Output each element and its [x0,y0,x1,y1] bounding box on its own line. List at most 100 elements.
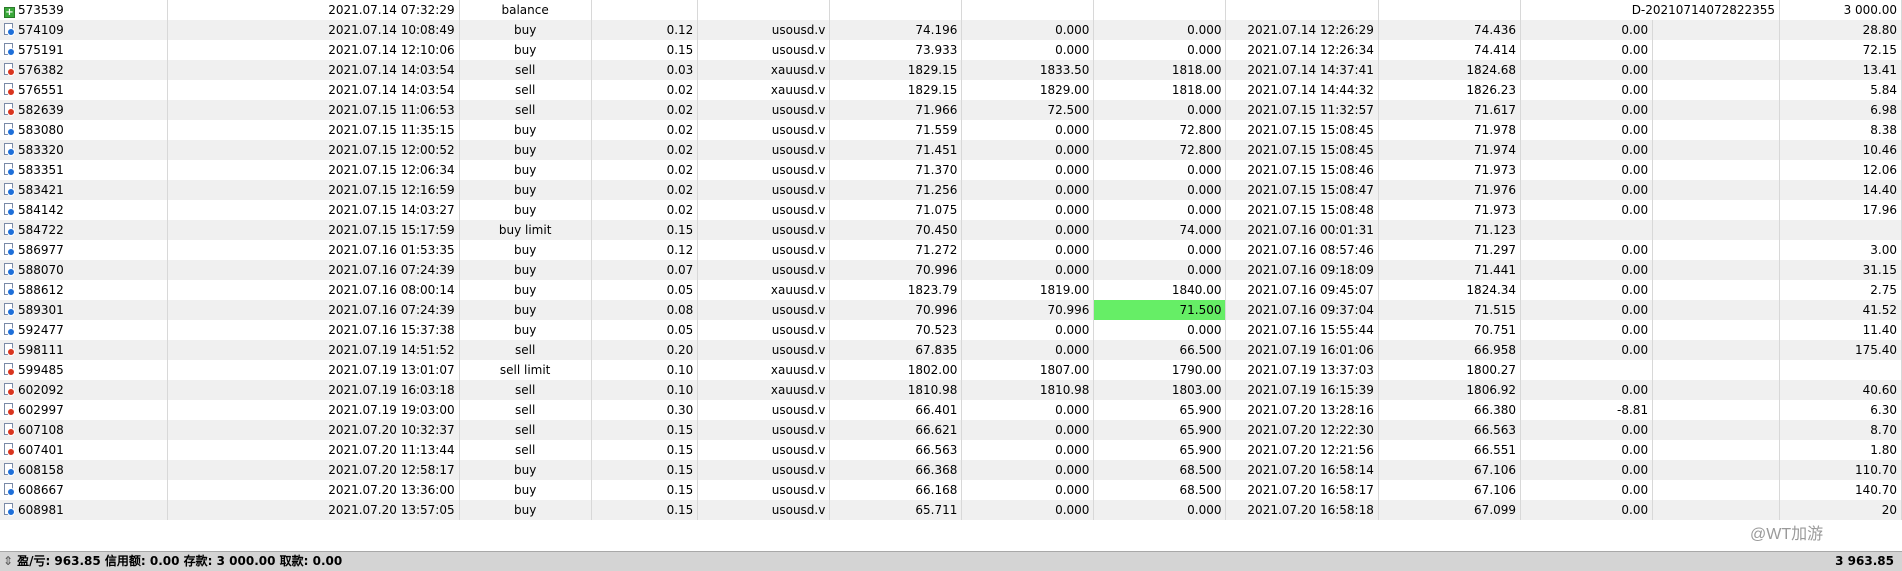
balance-row[interactable]: +573539 2021.07.14 07:32:29 balance D-20… [0,0,1902,20]
close-time-cell: 2021.07.16 09:18:09 [1225,260,1379,280]
open-price-cell: 70.523 [829,320,963,340]
empty-cell [1652,380,1781,400]
empty-cell [1652,360,1781,380]
table-row[interactable]: 602092 2021.07.19 16:03:18 sell 0.10 xauusd.… [0,380,1902,400]
open-price-cell: 73.933 [829,40,963,60]
open-time-cell: 2021.07.15 12:16:59 [167,180,460,200]
symbol-cell: xauusd.v [697,60,831,80]
close-price-cell: 71.297 [1378,240,1522,260]
buy-order-icon [4,323,15,336]
buy-order-icon [4,263,15,276]
table-row[interactable]: 602997 2021.07.19 19:03:00 sell 0.30 usousd.… [0,400,1902,420]
table-row[interactable]: 583080 2021.07.15 11:35:15 buy 0.02 usousd.v… [0,120,1902,140]
type-cell: sell [459,60,592,80]
table-row[interactable]: 599485 2021.07.19 13:01:07 sell limit 0.10 x… [0,360,1902,380]
table-row[interactable]: 584722 2021.07.15 15:17:59 buy limit 0.15 us… [0,220,1902,240]
stop-loss-cell: 70.996 [961,300,1095,320]
type-cell: sell [459,340,592,360]
size-cell: 0.02 [591,120,699,140]
table-row[interactable]: 607401 2021.07.20 11:13:44 sell 0.15 usousd.… [0,440,1902,460]
table-row[interactable]: 588612 2021.07.16 08:00:14 buy 0.05 xauusd.v… [0,280,1902,300]
empty-cell [1652,60,1781,80]
stop-loss-cell: 0.000 [961,480,1095,500]
table-row[interactable]: 583351 2021.07.15 12:06:34 buy 0.02 usousd.v… [0,160,1902,180]
profit-cell: 28.80 [1779,20,1902,40]
open-price-cell: 71.559 [829,120,963,140]
symbol-cell: usousd.v [697,400,831,420]
account-history-panel: +573539 2021.07.14 07:32:29 balance D-20… [0,0,1902,571]
table-row[interactable]: 607108 2021.07.20 10:32:37 sell 0.15 usousd.… [0,420,1902,440]
profit-cell: 10.46 [1779,140,1902,160]
table-row[interactable]: 576382 2021.07.14 14:03:54 sell 0.03 xauusd.… [0,60,1902,80]
open-time-cell: 2021.07.16 01:53:35 [167,240,460,260]
table-row[interactable]: 598111 2021.07.19 14:51:52 sell 0.20 usousd.… [0,340,1902,360]
type-cell: sell [459,420,592,440]
open-time-cell: 2021.07.19 19:03:00 [167,400,460,420]
close-time-cell: 2021.07.15 15:08:46 [1225,160,1379,180]
trade-history-table: +573539 2021.07.14 07:32:29 balance D-20… [0,0,1902,520]
size-cell: 0.15 [591,420,699,440]
type-cell: buy [459,20,592,40]
close-time-cell: 2021.07.16 09:45:07 [1225,280,1379,300]
close-time-cell: 2021.07.15 11:32:57 [1225,100,1379,120]
open-price-cell: 71.966 [829,100,963,120]
close-price-cell: 70.751 [1378,320,1522,340]
stop-loss-cell: 0.000 [961,260,1095,280]
ticket-cell: 582639 [18,103,64,117]
table-row[interactable]: 576551 2021.07.14 14:03:54 sell 0.02 xauusd.… [0,80,1902,100]
sell-order-icon [4,423,15,436]
table-row[interactable]: 608667 2021.07.20 13:36:00 buy 0.15 usousd.v… [0,480,1902,500]
open-time-cell: 2021.07.16 15:37:38 [167,320,460,340]
table-row[interactable]: 575191 2021.07.14 12:10:06 buy 0.15 usousd.v… [0,40,1902,60]
close-time-cell: 2021.07.19 13:37:03 [1225,360,1379,380]
table-row[interactable]: 608981 2021.07.20 13:57:05 buy 0.15 usousd.v… [0,500,1902,520]
close-time-cell: 2021.07.19 16:01:06 [1225,340,1379,360]
empty-cell [1652,260,1781,280]
take-profit-cell: 0.000 [1093,160,1227,180]
profit-cell: 40.60 [1779,380,1902,400]
symbol-cell: usousd.v [697,140,831,160]
size-cell: 0.12 [591,20,699,40]
open-price-cell: 71.256 [829,180,963,200]
stop-loss-cell: 0.000 [961,200,1095,220]
buy-order-icon [4,203,15,216]
balance-plus-icon: + [4,7,15,18]
empty-cell [1652,200,1781,220]
close-time-cell: 2021.07.14 14:37:41 [1225,60,1379,80]
table-row[interactable]: 589301 2021.07.16 07:24:39 buy 0.08 usousd.v… [0,300,1902,320]
ticket-cell: 602997 [18,403,64,417]
swap-cell [1520,360,1654,380]
open-time-cell: 2021.07.14 14:03:54 [167,80,460,100]
open-time-cell: 2021.07.15 15:17:59 [167,220,460,240]
swap-cell: 0.00 [1520,180,1654,200]
swap-cell: 0.00 [1520,440,1654,460]
table-row[interactable]: 586977 2021.07.16 01:53:35 buy 0.12 usousd.v… [0,240,1902,260]
close-price-cell: 74.414 [1378,40,1522,60]
open-price-cell: 71.075 [829,200,963,220]
close-time-cell: 2021.07.15 15:08:47 [1225,180,1379,200]
take-profit-cell: 71.500 [1093,300,1227,320]
open-price-cell: 66.401 [829,400,963,420]
open-time-cell: 2021.07.14 10:08:49 [167,20,460,40]
close-price-cell: 71.617 [1378,100,1522,120]
swap-cell: 0.00 [1520,380,1654,400]
table-row[interactable]: 574109 2021.07.14 10:08:49 buy 0.12 usousd.v… [0,20,1902,40]
empty-cell [1652,320,1781,340]
take-profit-cell: 74.000 [1093,220,1227,240]
table-row[interactable]: 582639 2021.07.15 11:06:53 sell 0.02 usousd.… [0,100,1902,120]
empty-cell [1652,140,1781,160]
sort-icon[interactable]: ⇕ [3,552,13,571]
table-row[interactable]: 583421 2021.07.15 12:16:59 buy 0.02 usousd.v… [0,180,1902,200]
table-row[interactable]: 588070 2021.07.16 07:24:39 buy 0.07 usousd.v… [0,260,1902,280]
table-row[interactable]: 608158 2021.07.20 12:58:17 buy 0.15 usousd.v… [0,460,1902,480]
table-row[interactable]: 592477 2021.07.16 15:37:38 buy 0.05 usousd.v… [0,320,1902,340]
open-price-cell: 66.621 [829,420,963,440]
size-cell: 0.15 [591,460,699,480]
open-price-cell: 66.563 [829,440,963,460]
ticket-cell: 583351 [18,163,64,177]
table-row[interactable]: 583320 2021.07.15 12:00:52 buy 0.02 usousd.v… [0,140,1902,160]
take-profit-cell: 68.500 [1093,460,1227,480]
stop-loss-cell: 0.000 [961,400,1095,420]
empty-cell [1652,280,1781,300]
table-row[interactable]: 584142 2021.07.15 14:03:27 buy 0.02 usousd.v… [0,200,1902,220]
